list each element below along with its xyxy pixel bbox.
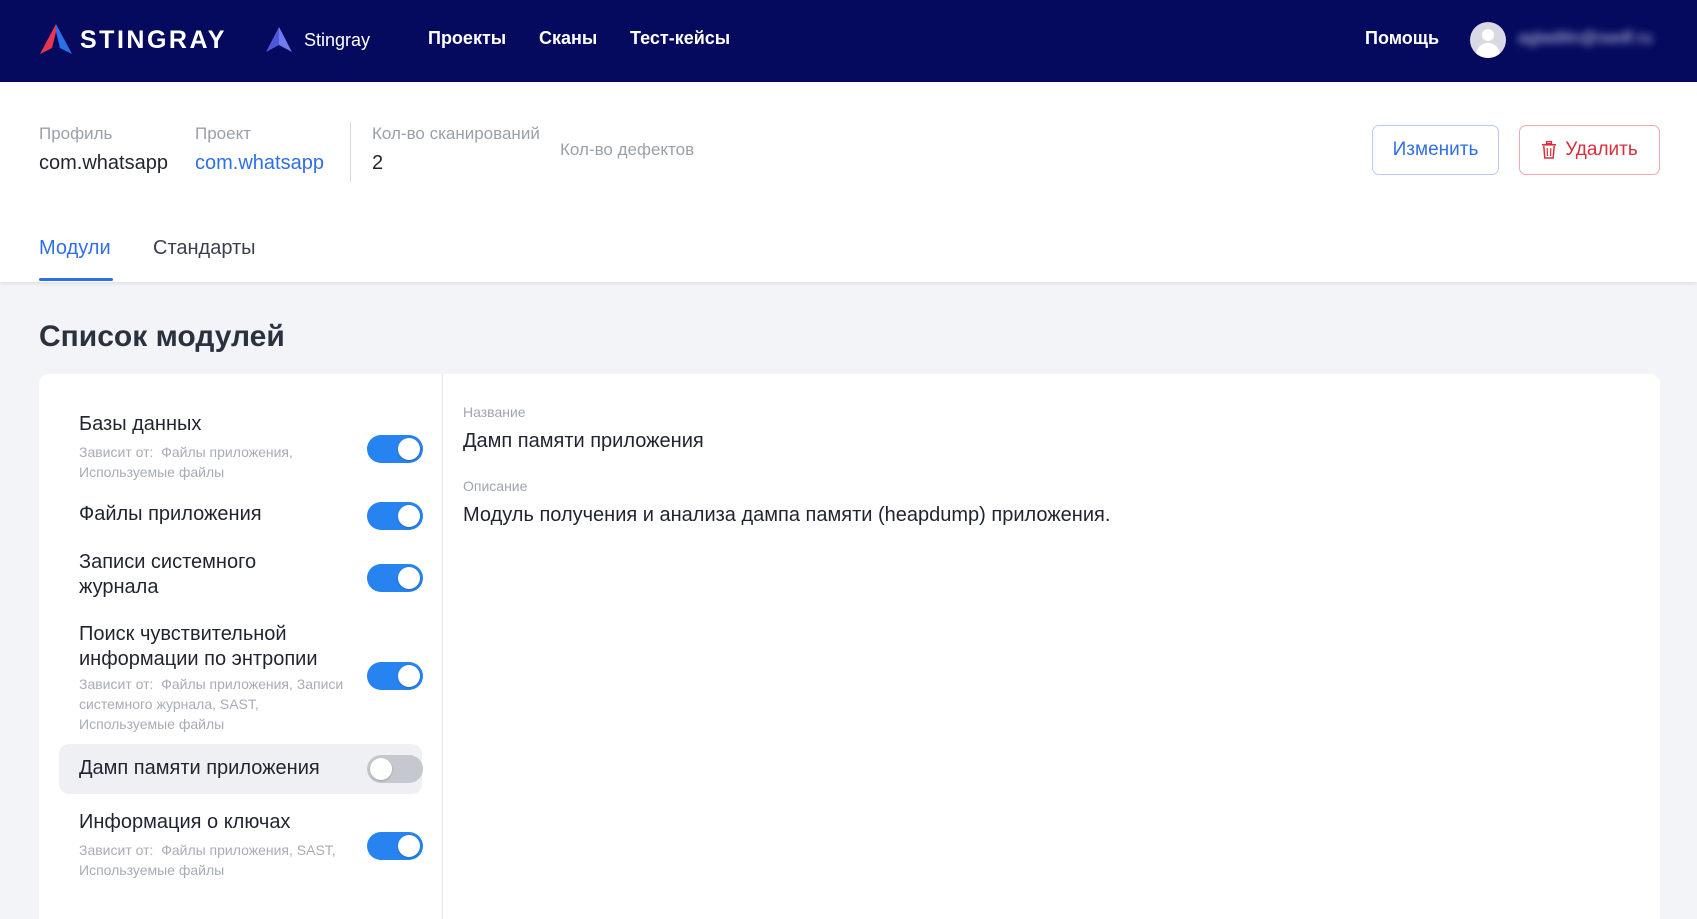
top-navigation-bar: STINGRAY Stingray Проекты Сканы Тест-кей…	[0, 0, 1697, 82]
scans-count-value: 2	[372, 152, 384, 174]
delete-button-label: Удалить	[1565, 139, 1638, 160]
help-link[interactable]: Помощь	[1365, 28, 1439, 49]
profile-label: Профиль	[39, 124, 113, 143]
project-switcher-label: Stingray	[304, 29, 371, 50]
brand-name: STINGRAY	[80, 25, 227, 54]
profile-header: Профиль com.whatsapp Проект com.whatsapp…	[0, 82, 1697, 282]
user-email[interactable]: agladilin@swdf.ru	[1518, 28, 1652, 48]
detail-name-label: Название	[463, 404, 526, 420]
nav-link-projects[interactable]: Проекты	[428, 28, 506, 49]
edit-button[interactable]: Изменить	[1372, 125, 1499, 175]
module-item-entropy-search[interactable]: Поиск чувствительной информации по энтро…	[59, 616, 423, 736]
module-name: Информация о ключах	[79, 811, 291, 833]
user-avatar-icon[interactable]	[1470, 22, 1506, 58]
delete-button[interactable]: Удалить	[1519, 125, 1660, 175]
module-item-databases[interactable]: Базы данных Зависит от: Файлы приложения…	[59, 396, 423, 486]
module-name: Базы данных	[79, 413, 202, 435]
project-label: Проект	[195, 124, 251, 143]
tab-standards[interactable]: Стандарты	[153, 237, 256, 260]
defects-count-label: Кол-во дефектов	[560, 140, 695, 159]
module-item-system-logs[interactable]: Записи системного журнала	[59, 544, 423, 606]
module-toggle[interactable]	[367, 564, 423, 592]
module-dependencies: Зависит от: Файлы приложения, Записи сис…	[79, 676, 344, 732]
project-link[interactable]: com.whatsapp	[195, 152, 324, 175]
nav-link-test-cases[interactable]: Тест-кейсы	[630, 28, 730, 49]
module-toggle[interactable]	[367, 502, 423, 530]
nav-link-scans[interactable]: Сканы	[539, 28, 597, 49]
module-name: Дамп памяти приложения	[79, 757, 320, 779]
stingray-logo-icon	[40, 24, 72, 54]
project-switcher[interactable]: Stingray	[264, 24, 370, 56]
header-divider	[350, 122, 351, 182]
detail-description-value: Модуль получения и анализа дампа памяти …	[463, 504, 1111, 526]
project-logo-icon	[266, 27, 292, 52]
module-name: Поиск чувствительной информации по энтро…	[79, 623, 318, 670]
detail-name-value: Дамп памяти приложения	[463, 430, 704, 452]
module-toggle[interactable]	[367, 435, 423, 463]
module-item-app-files[interactable]: Файлы приложения	[59, 492, 423, 538]
detail-description-label: Описание	[463, 478, 528, 494]
module-item-key-info[interactable]: Информация о ключах Зависит от: Файлы пр…	[59, 802, 423, 898]
profile-value: com.whatsapp	[39, 152, 168, 174]
active-tab-indicator	[39, 278, 113, 281]
trash-icon	[1542, 141, 1557, 159]
module-toggle[interactable]	[367, 755, 423, 783]
module-dependencies: Зависит от: Файлы приложения, SAST, Испо…	[79, 842, 336, 878]
tab-modules[interactable]: Модули	[39, 237, 111, 260]
module-name: Файлы приложения	[79, 503, 262, 525]
module-item-heap-dump[interactable]: Дамп памяти приложения	[59, 744, 423, 794]
modules-card: Базы данных Зависит от: Файлы приложения…	[39, 374, 1660, 919]
module-toggle[interactable]	[367, 662, 423, 690]
scans-count-label: Кол-во сканирований	[372, 124, 540, 143]
module-dependencies: Зависит от: Файлы приложения, Используем…	[79, 444, 293, 480]
module-name: Записи системного журнала	[79, 551, 257, 598]
card-divider	[442, 374, 443, 919]
page-title: Список модулей	[39, 320, 285, 353]
module-toggle[interactable]	[367, 832, 423, 860]
stingray-logo[interactable]: STINGRAY	[38, 22, 227, 58]
